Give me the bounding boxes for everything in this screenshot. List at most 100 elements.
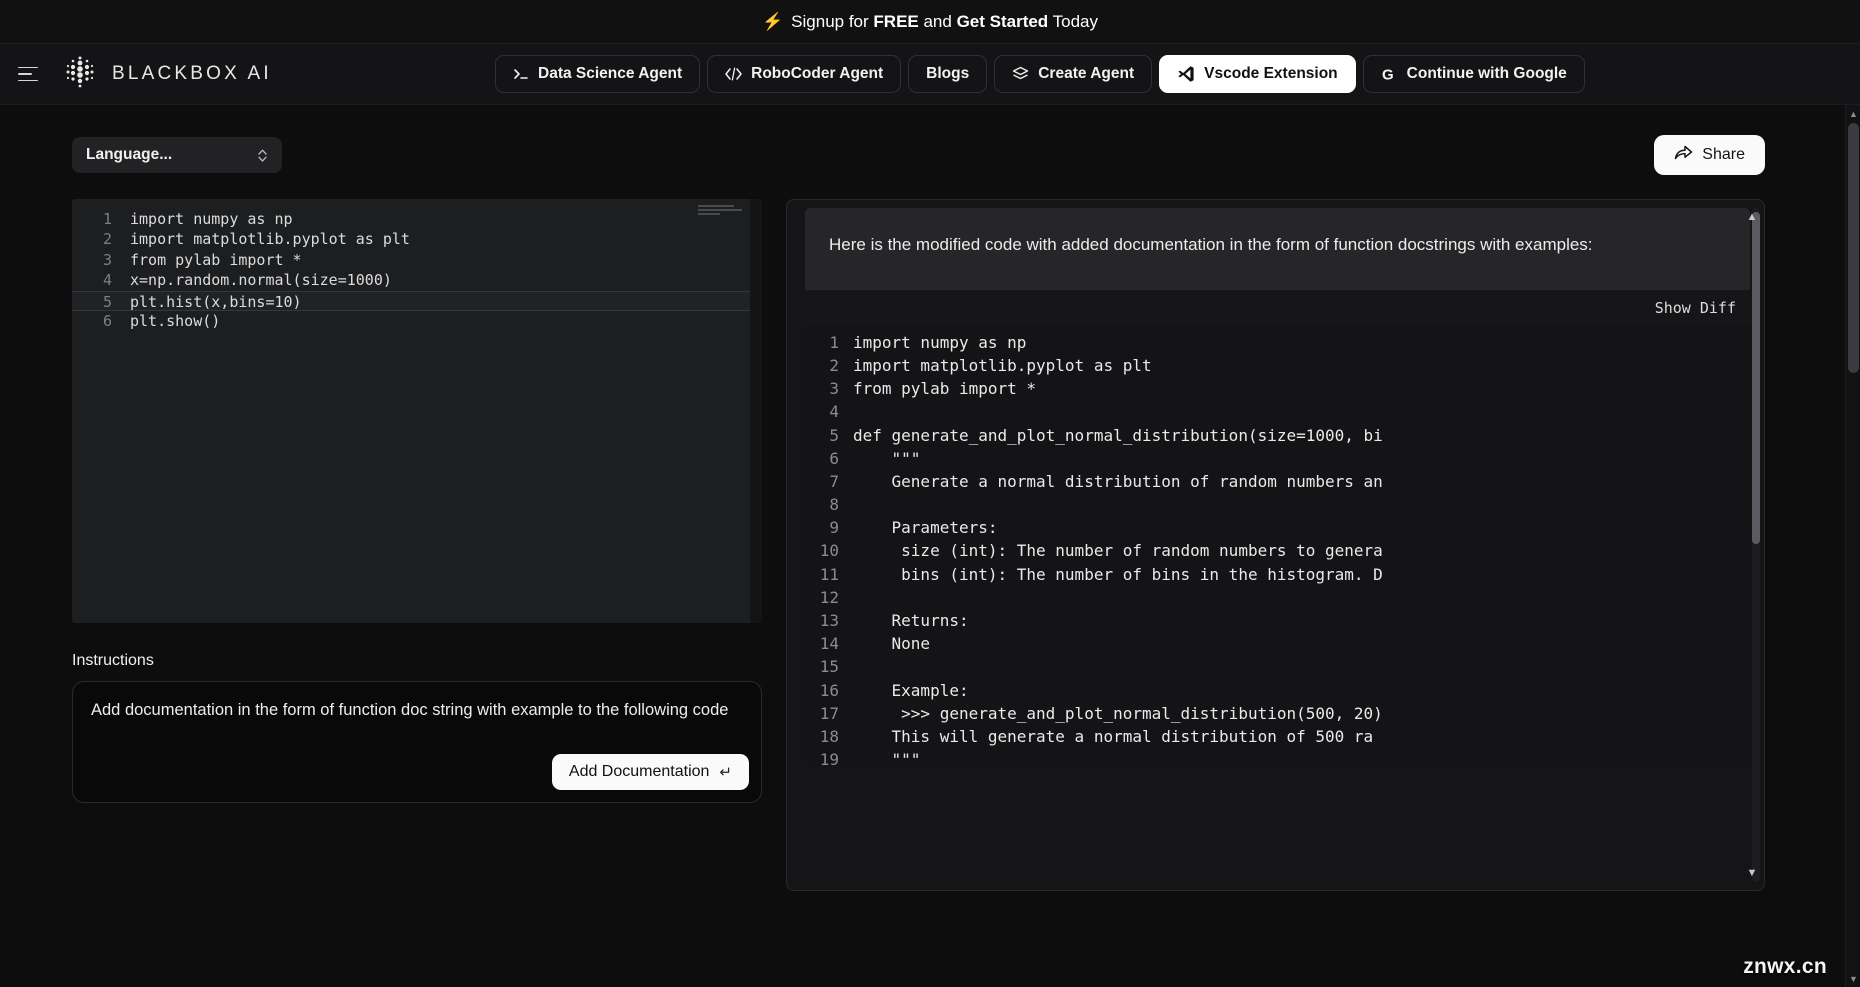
line-number: 6: [829, 448, 839, 468]
response-code-line: 5 def generate_and_plot_normal_distributi…: [805, 424, 1750, 447]
share-arrow-icon: [1674, 144, 1693, 166]
response-code-line: 18 This will generate a normal distribut…: [805, 725, 1750, 748]
instructions-box[interactable]: Add documentation in the form of functio…: [72, 681, 762, 803]
terminal-prompt-icon: [513, 67, 529, 81]
line-number: 2: [829, 355, 839, 375]
add-documentation-button[interactable]: Add Documentation ↵: [551, 754, 749, 790]
instructions-input[interactable]: Add documentation in the form of functio…: [91, 699, 743, 721]
primary-nav: Data Science Agent RoboCoder Agent Blogs…: [495, 55, 1585, 93]
promo-middle: and: [918, 11, 957, 31]
code-line-active[interactable]: 5 plt.hist(x,bins=10): [72, 290, 762, 311]
line-number: 13: [819, 611, 839, 630]
nav-item-blogs[interactable]: Blogs: [908, 55, 988, 93]
response-code-block[interactable]: 1 import numpy as np 2 import matplotlib.p…: [805, 324, 1750, 765]
hamburger-menu-icon[interactable]: [18, 61, 44, 87]
line-number: 14: [819, 634, 839, 654]
line-text: This will generate a normal distribution…: [853, 726, 1374, 746]
brand[interactable]: BLACKBOX AI: [62, 54, 272, 95]
response-inner: Here is the modified code with added doc…: [787, 208, 1764, 765]
response-code-line: 13 Returns:: [805, 609, 1750, 632]
editor-minimap[interactable]: [698, 205, 744, 219]
line-number: 11: [819, 564, 839, 584]
response-intro: Here is the modified code with added doc…: [805, 208, 1750, 290]
brand-name: BLACKBOX AI: [112, 63, 272, 84]
language-select[interactable]: Language...: [72, 137, 282, 173]
response-code-line: 14 None: [805, 632, 1750, 655]
line-number: 10: [819, 541, 839, 561]
line-text: None: [853, 634, 931, 654]
line-text: """: [853, 448, 921, 468]
promo-bold-free: FREE: [873, 11, 919, 31]
chevron-up-down-icon: [257, 148, 268, 163]
line-number: 6: [102, 311, 112, 330]
code-editor[interactable]: 1 import numpy as np 2 import matplotlib…: [72, 199, 762, 623]
response-scrollbar[interactable]: ▲ ▼: [1747, 208, 1760, 882]
page-body: Language... Share 1 import numpy as np 2…: [0, 105, 1860, 987]
layers-stack-icon: [1012, 66, 1029, 83]
left-pane: 1 import numpy as np 2 import matplotlib…: [72, 199, 762, 891]
line-text: """: [853, 750, 921, 765]
line-text: Example:: [853, 680, 969, 700]
line-number: 16: [819, 680, 839, 700]
scroll-up-arrow-icon[interactable]: ▲: [1745, 210, 1759, 224]
page-scroll-up-arrow-icon[interactable]: ▲: [1846, 106, 1860, 121]
line-text: x=np.random.normal(size=1000): [130, 271, 392, 290]
line-number: 17: [819, 703, 839, 723]
promo-prefix: Signup for: [791, 11, 874, 31]
code-line[interactable]: 2 import matplotlib.pyplot as plt: [72, 229, 762, 249]
response-scrollbar-thumb[interactable]: [1752, 212, 1760, 544]
response-code-line: 15: [805, 655, 1750, 678]
page-scrollbar[interactable]: ▲ ▼: [1845, 105, 1860, 987]
line-text: Returns:: [853, 611, 969, 630]
line-text: >>> generate_and_plot_normal_distributio…: [853, 703, 1383, 723]
line-number: 12: [819, 587, 839, 607]
nav-item-robocoder-agent[interactable]: RoboCoder Agent: [707, 55, 902, 93]
nav-item-continue-with-google[interactable]: G Continue with Google: [1362, 55, 1585, 93]
line-number: 5: [102, 292, 112, 311]
line-number: 8: [829, 495, 839, 515]
code-brackets-icon: [725, 67, 742, 81]
response-code-line: 3 from pylab import *: [805, 377, 1750, 400]
response-code-line: 4: [805, 400, 1750, 423]
line-number: 3: [829, 379, 839, 399]
response-code-line: 11 bins (int): The number of bins in the…: [805, 563, 1750, 586]
line-text: import numpy as np: [853, 332, 1027, 352]
code-line[interactable]: 4 x=np.random.normal(size=1000): [72, 270, 762, 290]
code-line[interactable]: 3 from pylab import *: [72, 250, 762, 270]
show-diff-button[interactable]: Show Diff: [1655, 299, 1736, 317]
share-button-label: Share: [1702, 146, 1745, 163]
line-number: 3: [102, 250, 112, 269]
code-line[interactable]: 6 plt.show(): [72, 311, 762, 331]
response-code-line: 6 """: [805, 447, 1750, 470]
svg-text:G: G: [1382, 66, 1394, 83]
code-line[interactable]: 1 import numpy as np: [72, 209, 762, 229]
scroll-down-arrow-icon[interactable]: ▼: [1745, 866, 1759, 880]
nav-item-create-agent[interactable]: Create Agent: [994, 55, 1153, 93]
line-number: 15: [819, 657, 839, 677]
promo-suffix: Today: [1048, 11, 1098, 31]
toolbar-row: Language... Share: [0, 135, 1845, 175]
line-number: 7: [829, 471, 839, 491]
share-button[interactable]: Share: [1654, 135, 1765, 175]
page-scroll-down-arrow-icon[interactable]: ▼: [1846, 971, 1860, 986]
blackbox-dots-logo-icon: [62, 54, 98, 95]
nav-item-vscode-extension[interactable]: Vscode Extension: [1159, 55, 1356, 93]
response-code-line: 12: [805, 586, 1750, 609]
line-text: from pylab import *: [130, 250, 302, 269]
add-documentation-label: Add Documentation: [568, 763, 710, 780]
response-code-line: 10 size (int): The number of random numb…: [805, 539, 1750, 562]
line-text: plt.hist(x,bins=10): [130, 292, 302, 311]
line-text: import numpy as np: [130, 210, 293, 228]
response-code-line: 1 import numpy as np: [805, 331, 1750, 354]
instructions-label: Instructions: [72, 652, 154, 669]
line-text: import matplotlib.pyplot as plt: [853, 355, 1152, 375]
promo-banner[interactable]: ⚡ Signup for FREE and Get Started Today: [0, 0, 1860, 44]
editor-scrollbar-thumb[interactable]: [751, 259, 761, 281]
line-text: Parameters:: [853, 518, 998, 538]
line-text: def generate_and_plot_normal_distributio…: [853, 425, 1383, 445]
diff-bar: Show Diff: [805, 289, 1750, 325]
nav-item-data-science-agent[interactable]: Data Science Agent: [495, 55, 701, 93]
line-number: 5: [829, 425, 839, 445]
page-scrollbar-thumb[interactable]: [1848, 123, 1859, 373]
line-text: from pylab import *: [853, 379, 1037, 399]
